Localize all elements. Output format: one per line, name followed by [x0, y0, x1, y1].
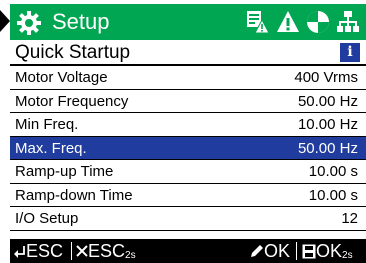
- menu-item-motor-frequency[interactable]: Motor Frequency 50.00 Hz: [10, 90, 366, 113]
- menu-item-motor-voltage[interactable]: Motor Voltage 400 Vrms: [10, 66, 366, 90]
- cancel-softkey-duration: 2s: [125, 249, 136, 261]
- pointer-arrow-icon: [0, 10, 10, 32]
- save-softkey-label: OK: [316, 241, 343, 261]
- menu-item-value: 10.00 Hz: [297, 116, 358, 133]
- menu-item-label: Ramp-down Time: [15, 186, 133, 204]
- menu-item-ramp-up-time[interactable]: Ramp-up Time 10.00 s: [10, 160, 366, 184]
- menu-title: Quick Startup: [15, 42, 131, 63]
- menu-item-label: Min Freq.: [15, 116, 79, 133]
- cancel-softkey[interactable]: ESC 2s: [76, 239, 136, 263]
- hmi-screen: Setup Quick Startup i Motor Voltage 400 …: [10, 4, 366, 263]
- softkey-divider: [296, 242, 297, 260]
- alarm-icon: [277, 11, 299, 32]
- menu-item-value: 400 Vrms: [294, 69, 358, 86]
- cancel-x-icon: [76, 245, 88, 257]
- menu-item-value: 50.00 Hz: [297, 92, 358, 110]
- pencil-icon: [251, 245, 263, 257]
- menu-title-bar: Quick Startup i: [10, 40, 366, 66]
- save-softkey-duration: 2s: [342, 249, 353, 261]
- menu-item-max-freq[interactable]: Max. Freq. 50.00 Hz: [10, 136, 366, 160]
- info-icon[interactable]: i: [340, 43, 360, 62]
- softkey-bar: ESC ESC 2s OK OK 2s: [10, 239, 366, 263]
- back-softkey[interactable]: ESC: [14, 239, 63, 263]
- menu-item-value: 10.00 s: [308, 186, 358, 204]
- menu-item-label: Ramp-up Time: [15, 163, 114, 180]
- save-softkey[interactable]: OK 2s: [302, 239, 353, 263]
- parameter-list: Motor Voltage 400 Vrms Motor Frequency 5…: [10, 66, 366, 231]
- parameter-warning-icon: [247, 11, 270, 34]
- cancel-softkey-label: ESC: [88, 241, 126, 261]
- menu-item-ramp-down-time[interactable]: Ramp-down Time 10.00 s: [10, 184, 366, 207]
- ok-softkey-label: OK: [264, 241, 291, 261]
- ok-softkey[interactable]: OK: [250, 239, 290, 263]
- network-icon: [337, 11, 359, 32]
- menu-item-label: Motor Voltage: [15, 69, 108, 86]
- header-bar: Setup: [10, 4, 366, 40]
- page-title: Setup: [52, 9, 110, 34]
- menu-item-value: 10.00 s: [308, 163, 358, 180]
- gear-icon: [17, 11, 41, 35]
- back-softkey-label: ESC: [26, 241, 64, 261]
- softkey-divider: [71, 242, 72, 260]
- menu-item-label: I/O Setup: [15, 210, 79, 227]
- menu-item-min-freq[interactable]: Min Freq. 10.00 Hz: [10, 113, 366, 137]
- menu-item-io-setup[interactable]: I/O Setup 12: [10, 207, 366, 231]
- menu-item-label: Max. Freq.: [15, 139, 87, 157]
- back-arrow-icon: [14, 246, 25, 258]
- save-disk-icon: [302, 244, 316, 258]
- menu-item-value: 12: [341, 210, 358, 227]
- menu-item-value: 50.00 Hz: [297, 139, 358, 157]
- status-circle-icon: [307, 11, 329, 33]
- status-icons: [246, 10, 360, 34]
- menu-item-label: Motor Frequency: [15, 92, 129, 110]
